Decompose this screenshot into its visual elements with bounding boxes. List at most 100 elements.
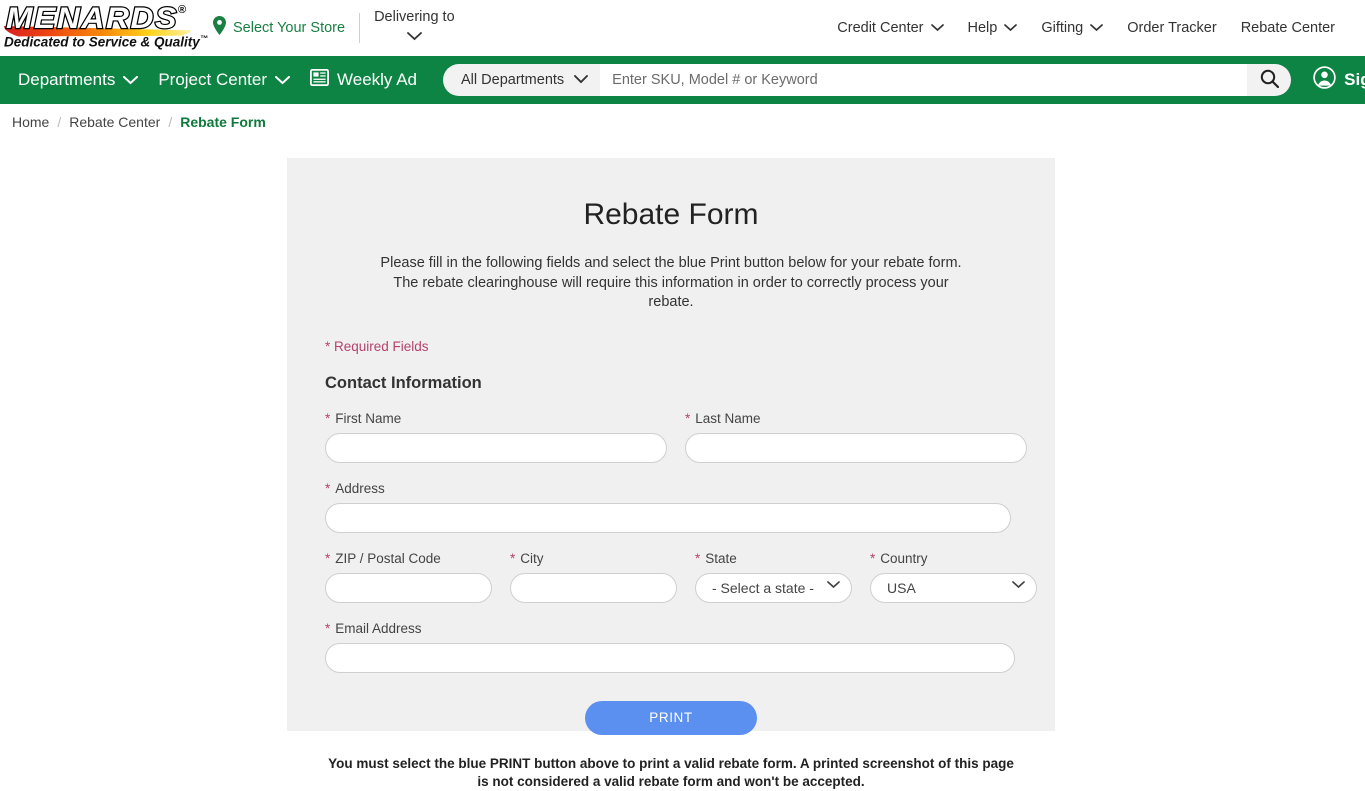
city-input[interactable] — [510, 572, 677, 603]
contact-information-heading: Contact Information — [325, 373, 482, 392]
last-name-label-text: Last Name — [695, 410, 761, 426]
chevron-down-icon — [123, 70, 139, 90]
nav-project-center[interactable]: Project Center — [148, 70, 300, 90]
sign-in-button[interactable]: Sign In — [1313, 66, 1365, 94]
required-star-icon: * — [685, 410, 691, 426]
country-label: * Country — [870, 551, 1037, 566]
print-warning-note: You must select the blue PRINT button ab… — [328, 755, 1014, 789]
search-icon — [1260, 69, 1279, 91]
search-input[interactable] — [600, 64, 1248, 96]
chevron-down-icon — [1004, 20, 1018, 36]
required-fields-note: * Required Fields — [325, 338, 429, 354]
page-title: Rebate Form — [583, 198, 759, 231]
top-nav-help[interactable]: Help — [956, 16, 1030, 40]
chevron-down-icon — [930, 20, 944, 36]
field-email: * Email Address — [325, 621, 1015, 673]
top-nav-rebate-center-label: Rebate Center — [1240, 20, 1335, 36]
logo-wordmark: MENARDS — [5, 1, 178, 36]
select-your-store-label: Select Your Store — [233, 20, 346, 36]
first-name-input[interactable] — [325, 432, 667, 463]
address-label: * Address — [325, 481, 1011, 496]
top-nav-credit-center-label: Credit Center — [837, 20, 924, 36]
field-address: * Address — [325, 481, 1011, 533]
department-filter-dropdown[interactable]: All Departments — [443, 64, 601, 96]
top-navigation: Credit Center Help Gifting Order Tracker… — [825, 16, 1347, 40]
breadcrumb-separator: / — [168, 114, 173, 130]
required-star-icon: * — [325, 410, 331, 426]
email-input[interactable] — [325, 642, 1015, 673]
form-row-location: * ZIP / Postal Code * City * State - Select… — [325, 551, 1037, 603]
first-name-label-text: First Name — [335, 410, 402, 426]
top-nav-order-tracker[interactable]: Order Tracker — [1115, 16, 1228, 40]
form-row-email: * Email Address — [325, 621, 1017, 673]
required-star-icon: * — [325, 620, 331, 636]
field-country: * Country USA — [870, 551, 1037, 603]
last-name-input[interactable] — [685, 432, 1027, 463]
search-button[interactable] — [1247, 64, 1292, 96]
first-name-label: * First Name — [325, 411, 667, 426]
rebate-form-panel: Rebate Form Please fill in the following… — [287, 158, 1055, 789]
top-nav-gifting-label: Gifting — [1041, 20, 1084, 36]
user-account-icon — [1313, 66, 1336, 94]
address-label-text: Address — [335, 480, 385, 496]
sign-in-label: Sign In — [1344, 70, 1365, 89]
email-label-text: Email Address — [335, 620, 422, 636]
top-nav-help-label: Help — [967, 20, 998, 36]
required-star-icon: * — [325, 480, 331, 496]
zip-label: * ZIP / Postal Code — [325, 551, 492, 566]
required-star-icon: * — [695, 550, 701, 566]
nav-project-center-label: Project Center — [158, 70, 267, 89]
menards-logo[interactable]: MENARDS ® Dedicated to Service & Quality… — [2, 1, 208, 54]
main-navigation-bar: Departments Project Center Weekly Ad All… — [0, 56, 1365, 104]
field-last-name: * Last Name — [685, 411, 1027, 463]
field-zip: * ZIP / Postal Code — [325, 551, 492, 603]
nav-weekly-ad[interactable]: Weekly Ad — [300, 68, 427, 91]
delivering-to-selector[interactable]: Delivering to — [374, 9, 455, 46]
search-bar: All Departments — [443, 64, 1292, 96]
breadcrumb-rebate-center[interactable]: Rebate Center — [69, 114, 160, 130]
state-label: * State — [695, 551, 852, 566]
country-select[interactable]: USA — [870, 572, 1037, 603]
chevron-down-icon — [574, 72, 589, 88]
form-row-address: * Address — [325, 481, 1017, 533]
breadcrumb: Home / Rebate Center / Rebate Form — [0, 104, 1365, 140]
chevron-down-icon — [406, 28, 422, 46]
weekly-ad-icon — [309, 68, 330, 91]
chevron-down-icon — [275, 70, 290, 90]
print-button[interactable]: PRINT — [585, 700, 757, 735]
top-nav-order-tracker-label: Order Tracker — [1127, 20, 1217, 36]
select-your-store-button[interactable]: Select Your Store — [212, 13, 361, 43]
last-name-label: * Last Name — [685, 411, 1027, 426]
city-label: * City — [510, 551, 677, 566]
department-filter-value: All Departments — [461, 72, 565, 88]
breadcrumb-separator: / — [57, 114, 62, 130]
zip-label-text: ZIP / Postal Code — [335, 550, 441, 566]
chevron-down-icon — [1090, 20, 1104, 36]
nav-weekly-ad-label: Weekly Ad — [337, 70, 418, 89]
top-nav-credit-center[interactable]: Credit Center — [825, 16, 955, 40]
top-nav-gifting[interactable]: Gifting — [1029, 16, 1115, 40]
logo-tagline-text: Dedicated to Service & Quality — [4, 34, 200, 50]
nav-departments[interactable]: Departments — [8, 70, 148, 90]
logo-trademark-icon: ™ — [199, 34, 208, 43]
delivering-to-label: Delivering to — [374, 9, 455, 26]
top-utility-bar: MENARDS ® Dedicated to Service & Quality… — [0, 0, 1365, 56]
country-label-text: Country — [880, 550, 928, 566]
breadcrumb-current: Rebate Form — [180, 114, 266, 130]
nav-departments-label: Departments — [18, 70, 116, 89]
field-city: * City — [510, 551, 677, 603]
zip-input[interactable] — [325, 572, 492, 603]
logo-tagline: Dedicated to Service & Quality™ — [4, 34, 208, 50]
location-pin-icon — [212, 16, 227, 40]
field-first-name: * First Name — [325, 411, 667, 463]
city-label-text: City — [520, 550, 544, 566]
breadcrumb-home[interactable]: Home — [12, 114, 49, 130]
form-description: Please fill in the following fields and … — [380, 255, 962, 311]
top-nav-rebate-center[interactable]: Rebate Center — [1229, 16, 1347, 40]
print-button-container: PRINT — [325, 700, 1017, 735]
email-label: * Email Address — [325, 621, 1015, 636]
state-select[interactable]: - Select a state - — [695, 572, 852, 603]
logo-registered-icon: ® — [178, 4, 187, 16]
address-input[interactable] — [325, 502, 1011, 533]
required-star-icon: * — [510, 550, 516, 566]
